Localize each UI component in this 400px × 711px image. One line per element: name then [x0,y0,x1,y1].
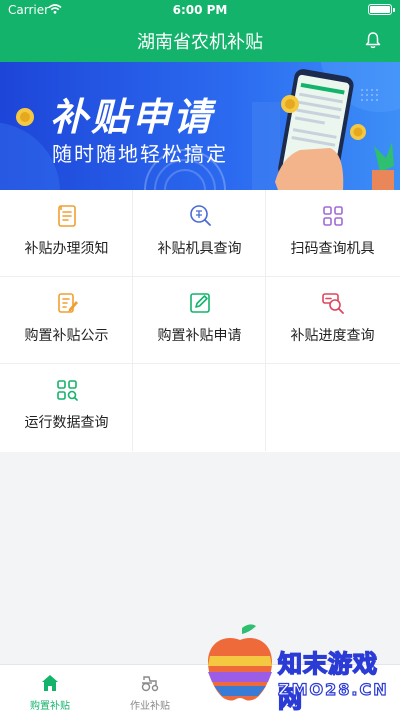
tab-operation-subsidy[interactable]: 作业补贴 [100,665,200,711]
grid-item-subsidy-apply[interactable]: 购置补贴申请 [133,277,266,364]
edit-icon [190,293,210,313]
grid-item-machine-search[interactable]: 补贴机具查询 [133,190,266,277]
grid-item-subsidy-notice[interactable]: 购置补贴公示 [0,277,133,364]
search-subsidy-icon [190,205,211,226]
watermark: 知末游戏网 ZMO28.CN [200,620,400,711]
banner-subtitle: 随时随地轻松搞定 [52,142,228,166]
watermark-line-2: ZMO28.CN [277,679,389,699]
grid-item-label: 扫码查询机具 [290,241,375,257]
data-grid-search-icon [57,380,78,401]
grid-item-subsidy-guide[interactable]: 补贴办理须知 [0,190,133,277]
banner-title: 补贴申请 [50,95,215,139]
grid-item-empty [266,364,400,451]
home-icon [42,675,58,691]
grid-item-label: 运行数据查询 [24,415,109,431]
grid-item-label: 补贴机具查询 [157,241,242,257]
tab-label: 购置补贴 [30,701,70,711]
tractor-icon [141,676,159,692]
doc-list-icon [58,205,76,227]
grid-item-label: 购置补贴公示 [24,328,109,344]
grid-item-scan-query[interactable]: 扫码查询机具 [266,190,400,277]
progress-search-icon [322,293,344,314]
promo-banner[interactable]: 补贴申请 随时随地轻松搞定 [0,62,400,190]
page-title: 湖南省农机补贴 [137,32,263,53]
apple-logo-icon [208,624,272,701]
grid-item-label: 购置补贴申请 [157,328,242,344]
tab-purchase-subsidy[interactable]: 购置补贴 [0,665,100,711]
grid-item-label: 补贴办理须知 [24,241,109,257]
scan-grid-icon [323,206,343,226]
status-bar: Carrier 6:00 PM [0,0,400,20]
grid-item-runtime-data[interactable]: 运行数据查询 [0,364,133,451]
grid-item-label: 补贴进度查询 [290,328,375,344]
app-header: Carrier 6:00 PM 湖南省农机补贴 [0,0,400,62]
service-grid: 补贴办理须知 补贴机具查询 扫码查询机具 购置补贴公示 购置补贴申请 补贴进度查… [0,190,400,452]
notice-edit-icon [58,293,78,313]
status-time: 6:00 PM [172,3,228,17]
bell-icon[interactable] [364,31,382,49]
grid-item-progress-query[interactable]: 补贴进度查询 [266,277,400,364]
watermark-line-1: 知末游戏网 [277,649,378,711]
grid-item-empty [133,364,266,451]
battery-icon [368,4,395,15]
tab-label: 作业补贴 [130,701,170,711]
